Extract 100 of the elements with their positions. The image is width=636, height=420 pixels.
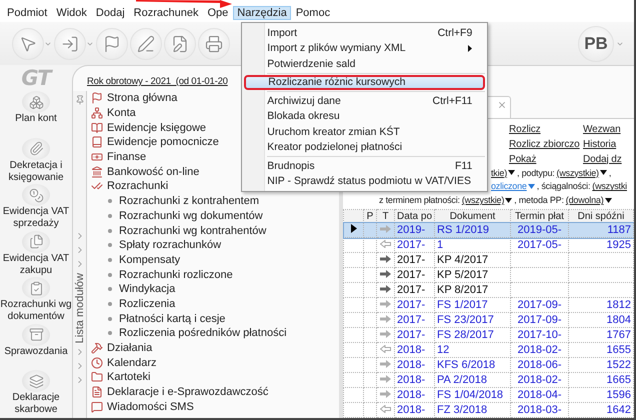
- table-row[interactable]: 2018- FZ 3/2018 2018-03- 1642: [344, 402, 634, 418]
- bullet-icon: [108, 316, 112, 321]
- table-cell: 1642: [568, 402, 634, 418]
- module-item[interactable]: Płatności kartą i cesje: [119, 312, 226, 325]
- column-header[interactable]: P: [364, 210, 376, 222]
- files-icon[interactable]: [22, 230, 50, 252]
- column-header[interactable]: Dni spóźni: [568, 210, 634, 222]
- action-link[interactable]: Dodaj dz: [583, 154, 634, 166]
- column-header[interactable]: T: [376, 210, 394, 222]
- shortcut-label[interactable]: Rozrachunki wg dokumentów: [0, 299, 72, 323]
- module-item[interactable]: Strona główna: [107, 92, 178, 104]
- flag-button[interactable]: [96, 28, 128, 60]
- filter-dropdown[interactable]: tkie): [491, 168, 516, 178]
- module-item[interactable]: Rozrachunki: [107, 180, 168, 192]
- filter-dropdown[interactable]: (wszystkie): [556, 168, 607, 178]
- menu-option[interactable]: Kreator podzielonej płatności: [244, 140, 486, 155]
- shortcut-label[interactable]: Plan kont: [0, 113, 72, 125]
- module-item[interactable]: Rozliczenia: [119, 298, 176, 310]
- module-item[interactable]: Finanse: [107, 151, 146, 164]
- filter-label: , metoda PP:: [514, 195, 564, 206]
- paperclip-icon[interactable]: [22, 138, 50, 160]
- menu-option[interactable]: Brudnopis F11: [244, 158, 486, 174]
- menu-item[interactable]: Dodaj: [92, 6, 129, 20]
- filter-link[interactable]: (wszystki: [592, 181, 627, 192]
- action-link[interactable]: Rozlicz zbiorczo: [509, 138, 583, 151]
- pencil-button[interactable]: [130, 28, 162, 60]
- coins-icon[interactable]: [22, 184, 50, 206]
- table-row[interactable]: 2018- FS 1/04/2018 2018-04- 1596: [344, 388, 634, 402]
- module-item[interactable]: Kalendarz: [107, 356, 157, 369]
- table-row[interactable]: 2017- KP 8/2017: [344, 282, 634, 298]
- action-link[interactable]: Historia: [583, 138, 634, 151]
- menu-item[interactable]: Widok: [52, 6, 91, 20]
- fiscal-year-link[interactable]: Rok obrotowy - 2021 (od 01-01-20: [87, 76, 228, 87]
- column-header[interactable]: Dokument: [434, 210, 510, 222]
- module-item[interactable]: Rozrachunki wg kontrahentów: [119, 224, 266, 237]
- module-item[interactable]: Rozrachunki wg dokumentów: [119, 210, 263, 222]
- table-row[interactable]: 2017- KP 4/2017: [344, 252, 634, 268]
- column-header[interactable]: Data po: [394, 210, 434, 222]
- pointer-button[interactable]: [12, 28, 52, 60]
- module-item[interactable]: Działania: [107, 342, 152, 354]
- module-item[interactable]: Windykacja: [119, 283, 176, 296]
- arrow-left-icon: [380, 405, 391, 413]
- filter-dropdown[interactable]: (wszystkie): [462, 195, 512, 206]
- layers-icon[interactable]: [22, 370, 50, 392]
- column-header[interactable]: Termin płat: [510, 210, 568, 222]
- action-link[interactable]: Rozlicz: [509, 124, 583, 136]
- menu-option[interactable]: Import Ctrl+F9: [244, 25, 486, 40]
- menu-option[interactable]: Uruchom kreator zmian KŚT: [244, 124, 486, 140]
- clipboard-check-icon[interactable]: [22, 277, 50, 299]
- action-link[interactable]: Wezwan: [583, 124, 634, 136]
- close-button[interactable]: [497, 100, 507, 110]
- shortcut-label[interactable]: Ewidencja VAT sprzedaży: [0, 206, 72, 230]
- module-item[interactable]: Konta: [107, 107, 136, 120]
- table-row[interactable]: 2017- FS 28/2017 2017-10- 1767: [344, 328, 634, 342]
- menu-option[interactable]: Rozliczanie różnic kursowych: [244, 74, 486, 90]
- filter-dropdown[interactable]: ozliczone: [491, 181, 535, 192]
- module-item[interactable]: Rozliczenia pośredników płatności: [119, 327, 287, 340]
- module-item[interactable]: Spłaty rozrachunków: [119, 239, 222, 252]
- module-item[interactable]: Kartoteki: [107, 371, 150, 384]
- table-row[interactable]: 2018- PA 2/2018 2018-02- 1665: [344, 372, 634, 388]
- menu-item[interactable]: Rozrachunek: [130, 6, 202, 20]
- table-row[interactable]: 2019- RS 1/2019 2019-05- 1187: [344, 222, 634, 238]
- menu-item[interactable]: Pomoc: [292, 6, 334, 20]
- module-item[interactable]: Ewidencje księgowe: [107, 122, 206, 134]
- printer-button[interactable]: [198, 28, 230, 60]
- login-button[interactable]: [54, 28, 94, 60]
- user-button[interactable]: PB: [578, 26, 614, 62]
- column-header[interactable]: [344, 210, 364, 222]
- menu-option[interactable]: Archiwizuj dane Ctrl+F11: [244, 93, 486, 108]
- menu-item[interactable]: Podmiot: [3, 6, 52, 20]
- table-row[interactable]: 2017- FS 1/2017 2017-09- 1812: [344, 298, 634, 312]
- filter-dropdown[interactable]: (dowolna): [566, 195, 612, 206]
- file-pen-button[interactable]: [164, 28, 196, 60]
- module-item[interactable]: Rozrachunki rozliczone: [119, 268, 233, 281]
- table-row[interactable]: 2017- KP 5/2017: [344, 268, 634, 282]
- module-item[interactable]: Rozrachunki z kontrahentem: [119, 195, 260, 208]
- module-item[interactable]: Wiadomości SMS: [107, 400, 194, 413]
- boxes-icon[interactable]: [22, 91, 50, 113]
- menu-option[interactable]: Potwierdzenie sald: [244, 56, 486, 72]
- shortcut-label[interactable]: Sprawozdania: [0, 346, 72, 358]
- menu-option[interactable]: NIP - Sprawdź status podmiotu w VAT/VIES: [244, 174, 486, 189]
- table-row[interactable]: 2017- FS 23/2017 2017-09- 1804: [344, 312, 634, 328]
- module-item[interactable]: Deklaracje i e-Sprawozdawczość: [107, 386, 268, 398]
- arrow-left-icon: [380, 345, 391, 353]
- shortcut-label[interactable]: Deklaracje skarbowe: [0, 392, 72, 416]
- book-open-icon: [91, 122, 103, 134]
- shortcut-label[interactable]: Dekretacja i księgowanie: [0, 160, 72, 184]
- archive-icon[interactable]: [22, 324, 50, 346]
- menu-option[interactable]: Blokada okresu: [244, 108, 486, 124]
- table-row[interactable]: 2018- 12 2018-02- 1655: [344, 342, 634, 358]
- module-item[interactable]: Kompensaty: [119, 254, 180, 266]
- shortcut-label[interactable]: Ewidencja VAT zakupu: [0, 252, 72, 276]
- menu-item[interactable]: Ope: [204, 6, 232, 20]
- action-link[interactable]: Pokaż: [509, 154, 583, 166]
- module-item[interactable]: Bankowość on-line: [107, 166, 200, 178]
- module-item[interactable]: Ewidencje pomocnicze: [107, 136, 219, 148]
- message-icon: [91, 400, 103, 413]
- table-row[interactable]: 2018- KFS 6/2018 2018-06- 1522: [344, 358, 634, 372]
- menu-option[interactable]: Import z plików wymiany XML: [244, 40, 486, 56]
- pin-icon[interactable]: [74, 95, 84, 105]
